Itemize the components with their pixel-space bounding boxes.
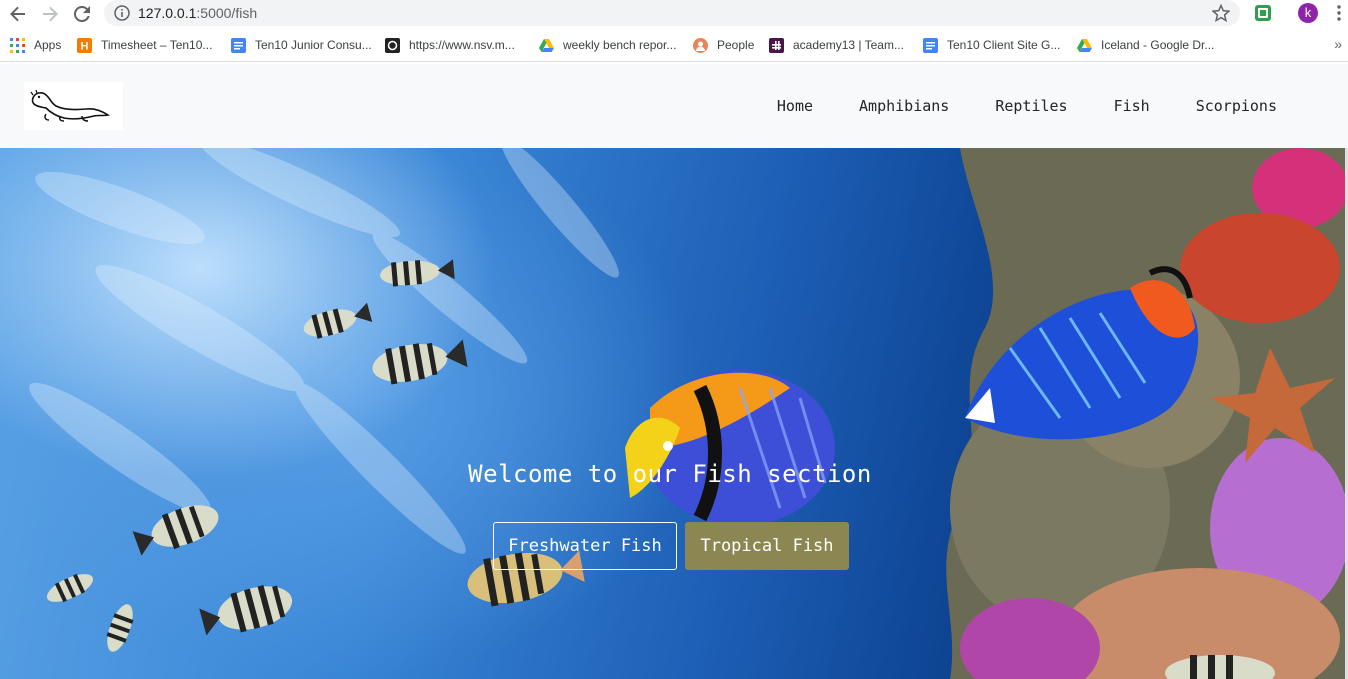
bookmarks-bar: Apps H Timesheet – Ten10... Ten10 Junior… <box>0 28 1348 62</box>
bookmark-label: https://www.nsv.m... <box>409 38 515 52</box>
nav-amphibians[interactable]: Amphibians <box>836 97 972 115</box>
underwater-background-image <box>29 148 1345 679</box>
nav-home[interactable]: Home <box>754 97 836 115</box>
more-bookmarks-icon[interactable]: » <box>1334 36 1342 52</box>
apps-grid-icon <box>10 37 25 53</box>
freshwater-fish-button[interactable]: Freshwater Fish <box>493 522 677 570</box>
bookmark-iceland[interactable]: Iceland - Google Dr... <box>1077 37 1214 53</box>
url-text[interactable]: 127.0.0.1:5000/fish <box>138 5 257 21</box>
bookmark-timesheet[interactable]: H Timesheet – Ten10... <box>77 37 212 53</box>
site-navbar: Home Amphibians Reptiles Fish Scorpions <box>0 64 1348 148</box>
browser-toolbar: 127.0.0.1:5000/fish k <box>0 0 1348 27</box>
bookmark-label: People <box>717 38 755 52</box>
bookmark-label: Ten10 Junior Consu... <box>255 38 372 52</box>
bookmark-label: academy13 | Team... <box>793 38 904 52</box>
bookmark-people[interactable]: People <box>693 37 754 53</box>
back-icon[interactable] <box>8 4 28 24</box>
bookmark-label: weekly bench repor... <box>563 38 677 52</box>
google-docs-icon <box>231 37 246 53</box>
nav-reptiles[interactable]: Reptiles <box>972 97 1090 115</box>
bookmark-label: Ten10 Client Site G... <box>947 38 1061 52</box>
site-nav-links: Home Amphibians Reptiles Fish Scorpions <box>754 64 1300 148</box>
profile-avatar[interactable]: k <box>1298 3 1318 23</box>
google-drive-icon <box>1077 38 1092 52</box>
forward-icon[interactable] <box>40 4 60 24</box>
slack-icon <box>769 37 784 53</box>
menu-icon[interactable] <box>1333 4 1345 22</box>
bookmark-client-site[interactable]: Ten10 Client Site G... <box>923 37 1060 53</box>
bookmark-apps[interactable]: Apps <box>10 37 61 53</box>
google-docs-icon <box>923 37 938 53</box>
nav-scorpions[interactable]: Scorpions <box>1173 97 1300 115</box>
nav-fish[interactable]: Fish <box>1091 97 1173 115</box>
nsv-icon <box>385 37 400 53</box>
tropical-fish-button[interactable]: Tropical Fish <box>685 522 849 570</box>
bookmark-label: Iceland - Google Dr... <box>1101 38 1215 52</box>
bookmark-label: Timesheet – Ten10... <box>101 38 213 52</box>
site-info-icon[interactable] <box>114 5 130 21</box>
google-drive-icon <box>539 38 554 52</box>
bookmark-label: Apps <box>34 38 62 52</box>
people-icon <box>693 37 708 53</box>
extension-icon[interactable] <box>1254 4 1272 22</box>
hero-banner: Welcome to our Fish section Freshwater F… <box>0 148 1345 679</box>
svg-text:H: H <box>81 40 89 52</box>
otter-logo[interactable] <box>24 82 123 130</box>
timesheet-icon: H <box>77 37 92 53</box>
bookmark-junior-consultant[interactable]: Ten10 Junior Consu... <box>231 37 372 53</box>
reload-icon[interactable] <box>72 4 92 24</box>
bookmark-academy13[interactable]: academy13 | Team... <box>769 37 904 53</box>
bookmark-weekly-bench[interactable]: weekly bench repor... <box>539 37 676 53</box>
hero-title: Welcome to our Fish section <box>468 460 872 488</box>
bookmark-star-icon[interactable] <box>1212 4 1230 22</box>
address-bar[interactable]: 127.0.0.1:5000/fish <box>104 0 1240 26</box>
bookmark-nsv[interactable]: https://www.nsv.m... <box>385 37 515 53</box>
